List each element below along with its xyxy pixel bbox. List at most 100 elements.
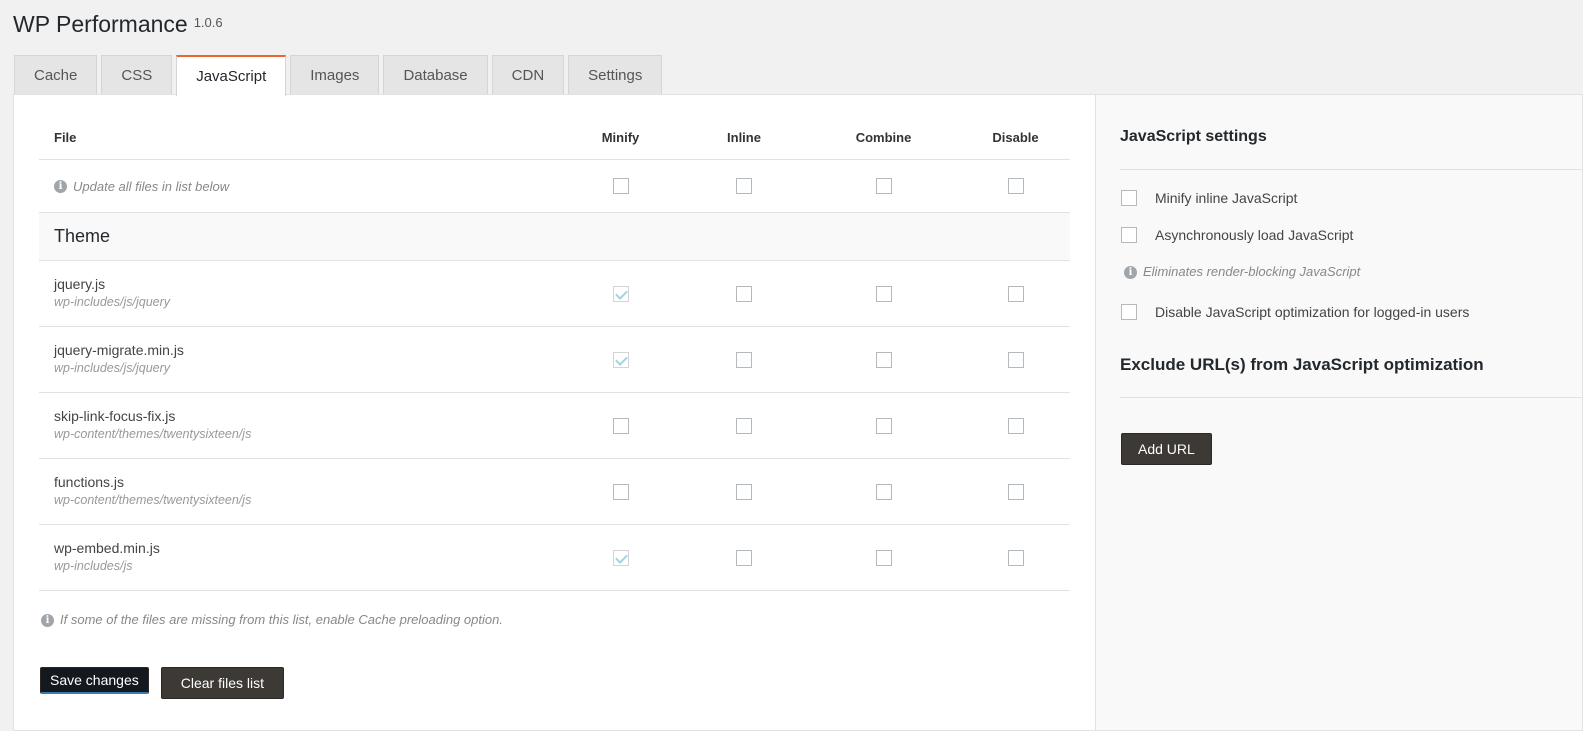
table-row: skip-link-focus-fix.js wp-content/themes/… [39,392,1070,459]
tab-cdn[interactable]: CDN [491,55,565,95]
disable-cell [961,260,1070,327]
disable-checkbox[interactable] [1007,285,1024,302]
combine-checkbox[interactable] [875,483,892,500]
file-name: jquery.js [54,276,106,292]
inline-checkbox[interactable] [736,417,752,434]
files-section: File Minify Inline Combine Disable i Upda… [14,95,1095,730]
file-name: wp-embed.min.js [54,540,160,556]
update-all-minify-checkbox[interactable] [612,178,629,195]
table-row: functions.js wp-content/themes/twentysixt… [39,458,1070,525]
minify-checkbox[interactable] [612,417,629,434]
tab-images[interactable]: Images [290,55,380,95]
column-header-combine: Combine [806,117,961,160]
option-async-load[interactable]: Asynchronously load JavaScript [1121,227,1353,243]
page-header: WP Performance 1.0.6 [13,9,223,39]
disable-checkbox[interactable] [1007,483,1024,500]
javascript-settings-sidebar: JavaScript settings Minify inline JavaSc… [1095,95,1582,730]
tab-database[interactable]: Database [383,55,488,95]
inline-checkbox[interactable] [736,285,752,302]
option-minify-inline[interactable]: Minify inline JavaScript [1121,190,1297,206]
tab-bar: Cache CSS JavaScript Images Database CDN… [14,55,666,96]
save-changes-button[interactable]: Save changes [40,667,149,694]
combine-checkbox[interactable] [875,549,892,566]
inline-cell [682,392,806,459]
combine-cell [806,524,961,591]
update-all-hint: Update all files in list below [73,178,230,194]
tab-settings[interactable]: Settings [568,55,663,95]
async-hint-text: Eliminates render-blocking JavaScript [1143,264,1361,279]
update-all-disable-checkbox[interactable] [1007,178,1024,195]
minify-checkbox[interactable] [612,285,629,302]
disable-cell [961,392,1070,459]
minify-checkbox[interactable] [612,351,629,368]
disable-cell [961,524,1070,591]
minify-cell [559,326,682,393]
column-header-inline: Inline [682,117,806,160]
file-cell: skip-link-focus-fix.js wp-content/themes/… [39,392,559,459]
inline-checkbox[interactable] [736,549,752,566]
inline-checkbox[interactable] [736,351,752,368]
disable-checkbox[interactable] [1007,417,1024,434]
javascript-settings-title: JavaScript settings [1120,128,1267,145]
table-row: wp-embed.min.js wp-includes/js [39,524,1070,591]
inline-cell [682,326,806,393]
group-row-theme: Theme [39,212,1070,261]
combine-checkbox[interactable] [875,417,892,434]
update-all-inline-cell [682,159,806,213]
update-all-disable-cell [961,159,1070,213]
missing-files-note: i If some of the files are missing from t… [41,611,503,627]
minify-checkbox[interactable] [612,483,629,500]
update-all-combine-checkbox[interactable] [875,178,892,195]
file-cell: functions.js wp-content/themes/twentysixt… [39,458,559,525]
file-path: wp-content/themes/twentysixteen/js [54,493,252,507]
file-path: wp-includes/js/jquery [54,295,171,309]
async-load-checkbox[interactable] [1121,227,1137,243]
async-hint: i Eliminates render-blocking JavaScript [1124,263,1360,279]
info-icon: i [1124,265,1137,279]
action-buttons: Save changes Clear files list [40,667,284,699]
table-row: jquery-migrate.min.js wp-includes/js/jque… [39,326,1070,393]
minify-inline-label: Minify inline JavaScript [1155,190,1298,206]
minify-checkbox[interactable] [612,549,629,566]
minify-cell [559,260,682,327]
update-all-row: i Update all files in list below [39,159,1070,213]
inline-checkbox[interactable] [736,483,752,500]
inline-cell [682,260,806,327]
info-icon: i [41,613,54,627]
file-name: skip-link-focus-fix.js [54,408,176,424]
tab-css[interactable]: CSS [101,55,173,95]
tab-cache[interactable]: Cache [14,55,98,95]
divider [1120,397,1582,398]
disable-checkbox[interactable] [1007,549,1024,566]
tab-javascript[interactable]: JavaScript [176,55,287,96]
minify-cell [559,458,682,525]
async-load-label: Asynchronously load JavaScript [1155,227,1354,243]
file-cell: jquery-migrate.min.js wp-includes/js/jque… [39,326,559,393]
disable-cell [961,458,1070,525]
update-all-cell: i Update all files in list below [39,159,559,213]
settings-panel: File Minify Inline Combine Disable i Upda… [13,94,1583,731]
minify-inline-checkbox[interactable] [1121,190,1137,206]
disable-logged-in-label: Disable JavaScript optimization for logg… [1155,304,1470,320]
disable-logged-in-checkbox[interactable] [1121,304,1137,320]
combine-checkbox[interactable] [875,351,892,368]
option-disable-logged-in[interactable]: Disable JavaScript optimization for logg… [1121,304,1469,320]
file-name: functions.js [54,474,125,490]
combine-checkbox[interactable] [875,285,892,302]
column-header-minify: Minify [559,117,682,160]
update-all-inline-checkbox[interactable] [736,178,752,195]
app-version: 1.0.6 [193,15,223,30]
inline-cell [682,524,806,591]
clear-files-list-button[interactable]: Clear files list [160,667,284,699]
combine-cell [806,392,961,459]
update-all-combine-cell [806,159,961,213]
update-all-minify-cell [559,159,682,213]
divider [1120,169,1582,170]
exclude-urls-title: Exclude URL(s) from JavaScript optimizat… [1120,355,1484,374]
disable-checkbox[interactable] [1007,351,1024,368]
add-url-button[interactable]: Add URL [1121,433,1212,465]
group-cell: Theme [39,212,1070,261]
table-row: jquery.js wp-includes/js/jquery [39,260,1070,327]
combine-cell [806,260,961,327]
combine-cell [806,458,961,525]
